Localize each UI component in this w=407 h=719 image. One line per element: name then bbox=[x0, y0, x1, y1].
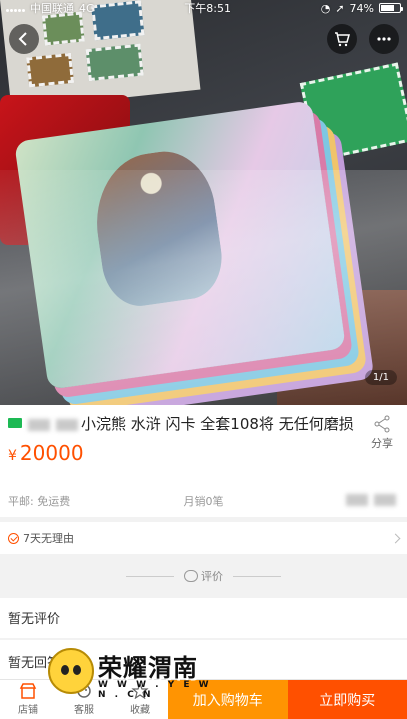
star-icon bbox=[131, 683, 149, 699]
share-button[interactable]: 分享 bbox=[367, 415, 397, 451]
network-label: 4G bbox=[79, 1, 95, 15]
shop-label: 店铺 bbox=[18, 705, 38, 716]
status-bar: 中国联通 4G 下午8:51 ◔ ➚ 74% bbox=[0, 0, 407, 16]
product-info: 小浣熊 水浒 闪卡 全套108将 无任何磨损 ¥20000 分享 平邮: 免运费… bbox=[0, 405, 407, 517]
product-title-row: 小浣熊 水浒 闪卡 全套108将 无任何磨损 bbox=[8, 414, 359, 435]
shop-icon bbox=[19, 683, 37, 699]
time-label: 下午8:51 bbox=[184, 2, 231, 15]
review-section[interactable]: 暂无评价 bbox=[0, 598, 407, 638]
cart-icon bbox=[335, 32, 350, 47]
currency-symbol: ¥ bbox=[8, 448, 17, 464]
battery-percent: 74% bbox=[349, 1, 374, 15]
location-info bbox=[269, 493, 399, 509]
location-icon: ➚ bbox=[335, 1, 345, 15]
review-divider-label: 评价 bbox=[201, 570, 223, 583]
more-button[interactable] bbox=[369, 24, 399, 54]
plastic-bag-photo bbox=[0, 170, 407, 405]
qa-section[interactable]: 暂无回答 bbox=[0, 640, 407, 680]
idle-fish-badge-icon bbox=[8, 418, 22, 428]
alarm-icon: ◔ bbox=[320, 1, 331, 15]
shop-tab[interactable]: 店铺 bbox=[0, 680, 56, 719]
add-to-cart-button[interactable]: 加入购物车 bbox=[168, 680, 288, 719]
image-counter: 1/1 bbox=[364, 370, 397, 385]
favorite-tab[interactable]: 收藏 bbox=[112, 680, 168, 719]
more-dots-icon bbox=[377, 37, 391, 41]
divider-line bbox=[233, 575, 281, 577]
review-divider: 评价 bbox=[0, 563, 407, 589]
share-label: 分享 bbox=[371, 437, 393, 450]
buy-now-button[interactable]: 立即购买 bbox=[287, 680, 407, 719]
no-review-text: 暂无评价 bbox=[8, 612, 61, 627]
chevron-left-icon bbox=[18, 32, 27, 46]
customer-service-label: 客服 bbox=[74, 705, 94, 716]
blurred-text bbox=[28, 418, 50, 431]
price-value: 20000 bbox=[19, 441, 84, 465]
blurred-text bbox=[373, 494, 396, 506]
check-circle-icon bbox=[8, 532, 19, 544]
chevron-right-icon bbox=[390, 533, 401, 543]
battery-icon bbox=[378, 3, 403, 13]
bottom-action-bar: 店铺 客服 收藏 加入购物车 立即购买 bbox=[0, 679, 407, 719]
carrier-label: 中国联通 bbox=[30, 2, 74, 15]
cart-button[interactable] bbox=[327, 24, 357, 54]
product-title: 小浣熊 水浒 闪卡 全套108将 无任何磨损 bbox=[81, 415, 354, 433]
back-button[interactable] bbox=[9, 24, 39, 54]
no-answer-text: 暂无回答 bbox=[8, 656, 61, 671]
share-icon bbox=[374, 415, 390, 433]
blurred-text bbox=[345, 494, 368, 506]
customer-service-icon bbox=[77, 684, 91, 698]
product-meta: 平邮: 免运费 月销0笔 bbox=[8, 493, 399, 509]
monthly-sales: 月销0笔 bbox=[183, 495, 224, 508]
chat-bubble-icon bbox=[184, 570, 198, 582]
service-label: 7天无理由 bbox=[23, 532, 74, 545]
stamp-album-photo bbox=[0, 0, 201, 110]
blurred-text bbox=[56, 418, 78, 431]
customer-service-tab[interactable]: 客服 bbox=[56, 680, 112, 719]
signal-icon bbox=[6, 4, 25, 12]
shipping-info: 平邮: 免运费 bbox=[8, 495, 71, 508]
divider-line bbox=[126, 575, 174, 577]
service-guarantee-row[interactable]: 7天无理由 bbox=[0, 522, 407, 554]
price: ¥20000 bbox=[8, 441, 359, 465]
product-image[interactable] bbox=[0, 0, 407, 405]
favorite-label: 收藏 bbox=[130, 705, 150, 716]
